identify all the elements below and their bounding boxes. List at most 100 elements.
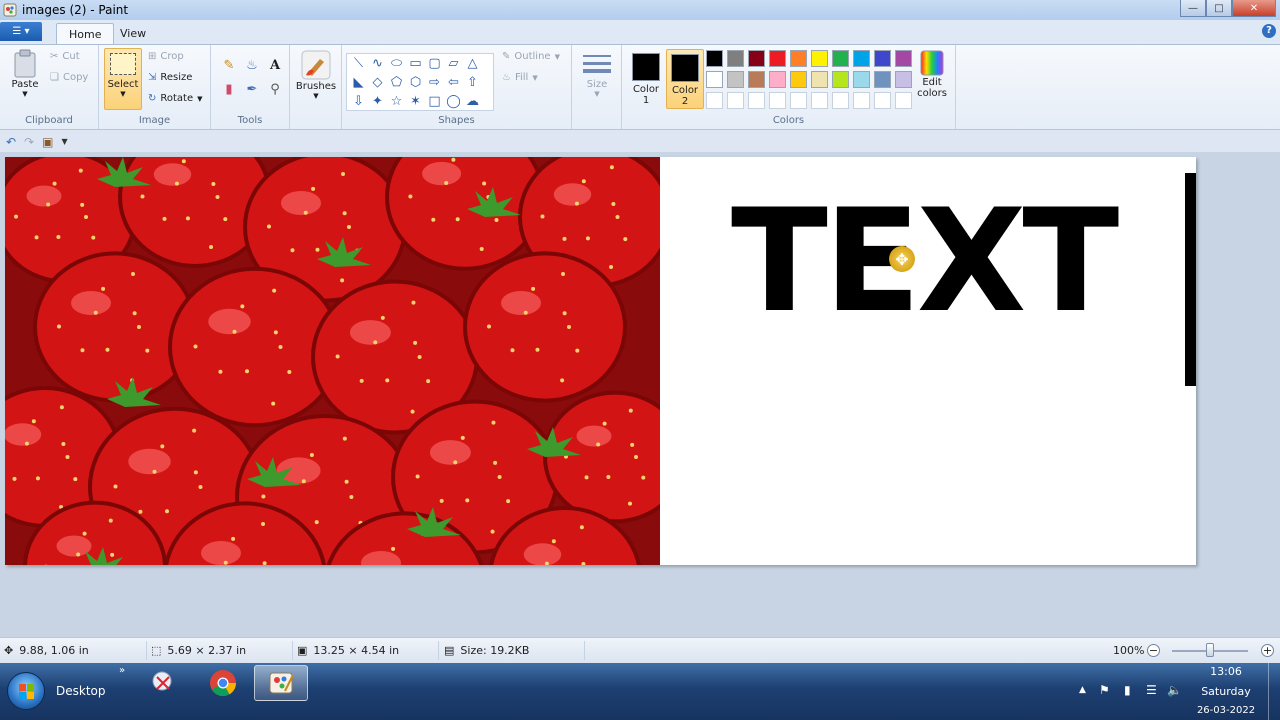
desktop-toolbar-label[interactable]: Desktop — [56, 684, 106, 698]
magnifier-icon[interactable]: ⚲ — [265, 79, 285, 99]
toolbar-expand-icon[interactable]: » — [119, 665, 125, 676]
polygon-shape-icon[interactable]: ▱ — [444, 54, 463, 73]
palette-swatch[interactable] — [706, 50, 723, 67]
clock-time[interactable]: 13:06 — [1196, 665, 1256, 678]
fill-button[interactable]: ♨ Fill ▼ — [502, 72, 538, 83]
palette-swatch[interactable] — [727, 71, 744, 88]
rectangle-shape-icon[interactable]: ▭ — [406, 54, 425, 73]
four-point-star-shape-icon[interactable]: ✦ — [368, 92, 387, 111]
up-arrow-shape-icon[interactable]: ⇧ — [463, 73, 482, 92]
color-picker-icon[interactable]: ✒ — [242, 79, 262, 99]
palette-swatch[interactable] — [727, 92, 744, 109]
color1-button[interactable]: Color 1 — [627, 49, 665, 109]
eraser-icon[interactable]: ▮ — [219, 79, 239, 99]
volume-icon[interactable]: 🔈 — [1167, 683, 1182, 697]
canvas-text[interactable]: TEXT — [731, 187, 1119, 337]
palette-swatch[interactable] — [895, 92, 912, 109]
crop-button[interactable]: ⊞ Crop — [148, 51, 184, 62]
palette-swatch[interactable] — [748, 71, 765, 88]
save-icon[interactable]: ▣ — [42, 135, 53, 149]
triangle-shape-icon[interactable]: △ — [463, 54, 482, 73]
zoom-slider-thumb[interactable] — [1206, 643, 1214, 657]
customize-toolbar-icon[interactable]: ▼ — [61, 137, 67, 146]
show-hidden-icons[interactable]: ▲ — [1079, 685, 1086, 695]
action-center-icon[interactable]: ⚑ — [1099, 683, 1110, 697]
taskbar-app-snipping[interactable] — [136, 665, 190, 701]
show-desktop-button[interactable] — [1268, 663, 1280, 720]
hexagon-shape-icon[interactable]: ⬡ — [406, 73, 425, 92]
right-triangle-shape-icon[interactable]: ◣ — [349, 73, 368, 92]
select-button[interactable]: Select ▼ — [104, 48, 142, 110]
copy-button[interactable]: ❏ Copy — [50, 72, 88, 83]
palette-swatch[interactable] — [895, 50, 912, 67]
rect-callout-shape-icon[interactable]: □ — [425, 92, 444, 111]
palette-swatch[interactable] — [811, 71, 828, 88]
palette-swatch[interactable] — [874, 50, 891, 67]
palette-swatch[interactable] — [832, 71, 849, 88]
undo-icon[interactable]: ↶ — [6, 135, 16, 149]
palette-swatch[interactable] — [748, 92, 765, 109]
tab-view[interactable]: View — [108, 23, 158, 44]
palette-swatch[interactable] — [874, 71, 891, 88]
down-arrow-shape-icon[interactable]: ⇩ — [349, 92, 368, 111]
network-icon[interactable]: ☰ — [1146, 683, 1157, 697]
zoom-in-button[interactable]: + — [1261, 644, 1274, 657]
palette-swatch[interactable] — [853, 71, 870, 88]
palette-swatch[interactable] — [811, 92, 828, 109]
rotate-button[interactable]: ↻ Rotate ▼ — [148, 93, 203, 104]
oval-callout-shape-icon[interactable]: ◯ — [444, 92, 463, 111]
minimize-button[interactable]: — — [1180, 0, 1206, 17]
palette-swatch[interactable] — [853, 92, 870, 109]
left-arrow-shape-icon[interactable]: ⇦ — [444, 73, 463, 92]
pentagon-shape-icon[interactable]: ⬠ — [387, 73, 406, 92]
start-button[interactable] — [7, 672, 45, 710]
taskbar-app-paint[interactable] — [254, 665, 308, 701]
palette-swatch[interactable] — [790, 92, 807, 109]
shapes-gallery[interactable]: ⟍ ∿ ⬭ ▭ ▢ ▱ △ ◣ ◇ ⬠ ⬡ ⇨ ⇦ ⇧ ⇩ ✦ ☆ ✶ □ ◯ … — [346, 53, 494, 111]
palette-swatch[interactable] — [853, 50, 870, 67]
oval-shape-icon[interactable]: ⬭ — [387, 54, 406, 73]
outline-button[interactable]: ✎ Outline ▼ — [502, 51, 560, 62]
maximize-button[interactable]: □ — [1206, 0, 1232, 17]
diamond-shape-icon[interactable]: ◇ — [368, 73, 387, 92]
palette-swatch[interactable] — [790, 50, 807, 67]
palette-swatch[interactable] — [811, 50, 828, 67]
palette-swatch[interactable] — [727, 50, 744, 67]
palette-swatch[interactable] — [706, 92, 723, 109]
six-point-star-shape-icon[interactable]: ✶ — [406, 92, 425, 111]
clock-day[interactable]: Saturday — [1196, 685, 1256, 698]
edit-colors-button[interactable]: Edit colors — [912, 49, 952, 99]
fill-bucket-icon[interactable]: ♨ — [242, 55, 262, 75]
pencil-icon[interactable]: ✎ — [219, 55, 239, 75]
clock-date[interactable]: 26-03-2022 — [1196, 705, 1256, 716]
curve-shape-icon[interactable]: ∿ — [368, 54, 387, 73]
rounded-rectangle-shape-icon[interactable]: ▢ — [425, 54, 444, 73]
paste-button[interactable]: Paste ▼ — [8, 49, 42, 98]
resize-button[interactable]: ⇲ Resize — [148, 72, 192, 83]
palette-swatch[interactable] — [874, 92, 891, 109]
palette-swatch[interactable] — [769, 92, 786, 109]
palette-swatch[interactable] — [790, 71, 807, 88]
size-button[interactable]: Size ▼ — [579, 49, 615, 98]
redo-icon[interactable]: ↷ — [24, 135, 34, 149]
palette-swatch[interactable] — [832, 50, 849, 67]
text-tool-icon[interactable]: A — [265, 55, 285, 75]
brushes-button[interactable]: Brushes ▼ — [295, 49, 337, 100]
palette-swatch[interactable] — [769, 50, 786, 67]
taskbar-app-chrome[interactable] — [196, 665, 250, 701]
palette-swatch[interactable] — [895, 71, 912, 88]
five-point-star-shape-icon[interactable]: ☆ — [387, 92, 406, 111]
cloud-callout-shape-icon[interactable]: ☁ — [463, 92, 482, 111]
right-arrow-shape-icon[interactable]: ⇨ — [425, 73, 444, 92]
zoom-out-button[interactable]: − — [1147, 644, 1160, 657]
help-icon[interactable]: ? — [1262, 24, 1276, 38]
tab-home[interactable]: Home — [56, 23, 115, 44]
palette-swatch[interactable] — [706, 71, 723, 88]
cut-button[interactable]: ✂ Cut — [50, 51, 80, 62]
close-button[interactable]: ✕ — [1232, 0, 1276, 17]
drawing-canvas[interactable]: TEXT ✥ — [5, 157, 1196, 565]
palette-swatch[interactable] — [748, 50, 765, 67]
line-shape-icon[interactable]: ⟍ — [349, 54, 368, 73]
color2-button[interactable]: Color 2 — [666, 49, 704, 109]
battery-icon[interactable]: ▮ — [1124, 683, 1131, 697]
